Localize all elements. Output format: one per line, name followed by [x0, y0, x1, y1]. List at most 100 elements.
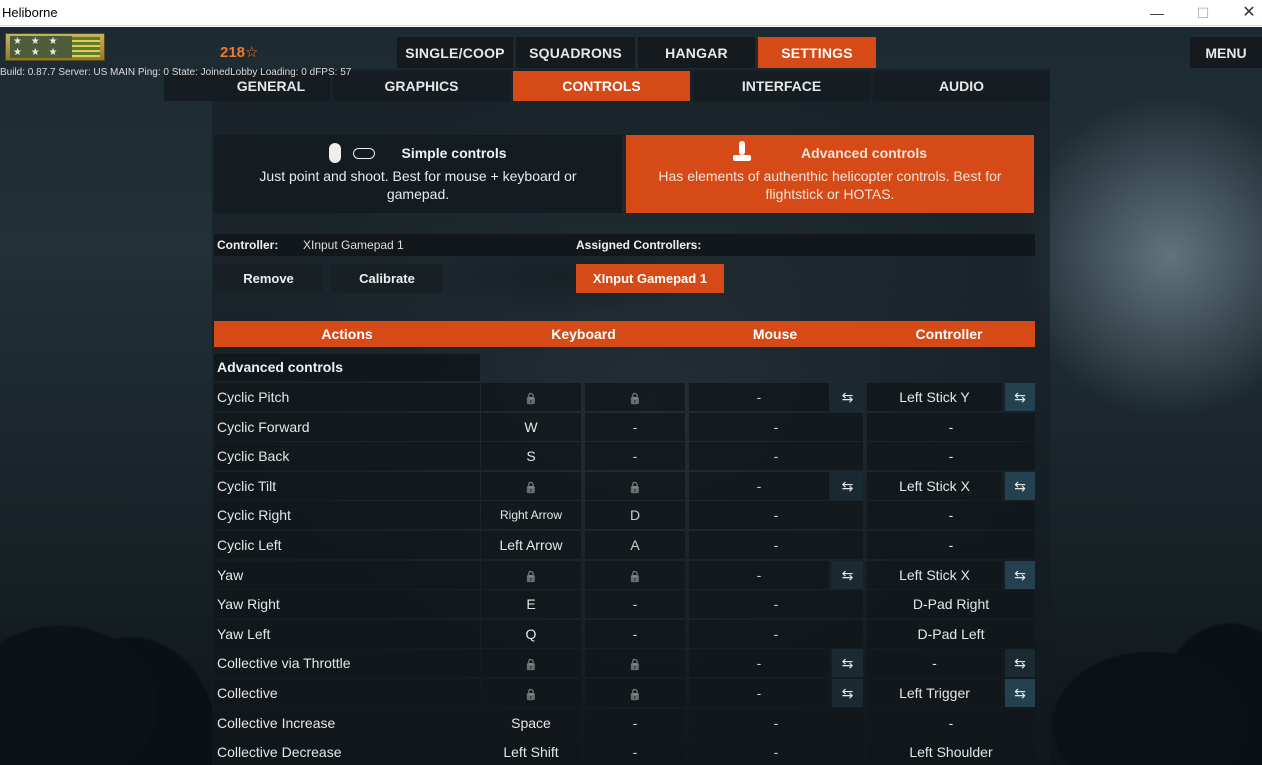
swap-arrows-icon: ⇆ — [1014, 478, 1026, 494]
keyboard-primary-binding[interactable]: 🔒 — [481, 383, 581, 411]
tab-single-coop[interactable]: SINGLE/COOP — [397, 37, 513, 68]
binding-text: Collective Decrease — [217, 744, 342, 760]
keyboard-secondary-binding[interactable]: - — [585, 709, 685, 737]
close-button[interactable]: ✕ — [1226, 0, 1262, 26]
controller-binding[interactable]: Left Shoulder — [867, 738, 1035, 765]
keyboard-primary-binding[interactable]: Space — [481, 709, 581, 737]
keyboard-primary-binding[interactable]: 🔒 — [481, 679, 581, 707]
mouse-binding[interactable]: - — [689, 561, 829, 589]
mouse-binding[interactable]: - — [689, 738, 863, 765]
mouse-binding[interactable]: - — [689, 383, 829, 411]
binding-text: Cyclic Pitch — [217, 389, 290, 405]
action-name: Collective Decrease — [214, 738, 480, 765]
keyboard-secondary-binding[interactable]: - — [585, 590, 685, 618]
binding-text: - — [948, 448, 954, 464]
keyboard-secondary-binding[interactable]: 🔒 — [585, 561, 685, 589]
controller-binding[interactable]: - — [867, 531, 1035, 559]
keyboard-secondary-binding[interactable]: - — [585, 442, 685, 470]
header-actions: Actions — [321, 326, 373, 342]
keyboard-primary-binding[interactable]: Left Shift — [481, 738, 581, 765]
mouse-binding[interactable]: - — [689, 620, 863, 648]
binding-text: - — [756, 389, 762, 405]
keyboard-secondary-binding[interactable]: 🔒 — [585, 383, 685, 411]
controller-binding[interactable]: - — [867, 413, 1035, 441]
binding-text: - — [756, 567, 762, 583]
action-name: Yaw — [214, 561, 480, 589]
mouse-binding[interactable]: - — [689, 442, 863, 470]
controller-binding[interactable]: - — [867, 709, 1035, 737]
controller-binding[interactable]: - — [867, 501, 1035, 529]
tab-controls[interactable]: CONTROLS — [513, 71, 690, 101]
controller-invert-toggle[interactable]: ⇆ — [1005, 561, 1035, 589]
top-nav: SINGLE/COOP SQUADRONS HANGAR SETTINGS — [397, 37, 876, 68]
keyboard-primary-binding[interactable]: S — [481, 442, 581, 470]
keyboard-secondary-binding[interactable]: A — [585, 531, 685, 559]
controller-binding[interactable]: Left Stick Y — [867, 383, 1002, 411]
controller-binding[interactable]: Left Stick X — [867, 561, 1002, 589]
tab-settings[interactable]: SETTINGS — [758, 37, 876, 68]
menu-button[interactable]: MENU — [1190, 37, 1262, 68]
tab-audio[interactable]: AUDIO — [873, 71, 1050, 101]
controller-invert-toggle[interactable]: ⇆ — [1005, 472, 1035, 500]
binding-text: - — [773, 715, 779, 731]
mouse-invert-toggle[interactable]: ⇆ — [832, 679, 863, 707]
keyboard-secondary-binding[interactable]: - — [585, 413, 685, 441]
mouse-invert-toggle[interactable]: ⇆ — [832, 649, 863, 677]
assigned-controller-button[interactable]: XInput Gamepad 1 — [576, 264, 724, 293]
minimize-button[interactable]: — — [1134, 0, 1180, 26]
controller-invert-toggle[interactable]: ⇆ — [1005, 679, 1035, 707]
keyboard-primary-binding[interactable]: W — [481, 413, 581, 441]
controller-binding[interactable]: D-Pad Left — [867, 620, 1035, 648]
tab-interface[interactable]: INTERFACE — [693, 71, 870, 101]
binding-text: Collective Increase — [217, 715, 336, 731]
mouse-invert-toggle[interactable]: ⇆ — [832, 383, 863, 411]
header-controller: Controller — [915, 326, 983, 342]
controller-binding[interactable]: - — [867, 649, 1002, 677]
controller-binding[interactable]: Left Trigger — [867, 679, 1002, 707]
controller-invert-toggle[interactable]: ⇆ — [1005, 383, 1035, 411]
mouse-binding[interactable]: - — [689, 679, 829, 707]
simple-controls-card[interactable]: Simple controls Just point and shoot. Be… — [214, 135, 622, 213]
mouse-binding[interactable]: - — [689, 413, 863, 441]
controller-binding[interactable]: - — [867, 442, 1035, 470]
mouse-binding[interactable]: - — [689, 472, 829, 500]
keyboard-primary-binding[interactable]: 🔒 — [481, 649, 581, 677]
keyboard-primary-binding[interactable]: Left Arrow — [481, 531, 581, 559]
keyboard-secondary-binding[interactable]: 🔒 — [585, 649, 685, 677]
keyboard-primary-binding[interactable]: E — [481, 590, 581, 618]
binding-text: - — [773, 626, 779, 642]
tab-hangar[interactable]: HANGAR — [638, 37, 755, 68]
keyboard-secondary-binding[interactable]: - — [585, 738, 685, 765]
calibrate-button[interactable]: Calibrate — [331, 264, 443, 293]
keyboard-secondary-binding[interactable]: 🔒 — [585, 472, 685, 500]
mouse-binding[interactable]: - — [689, 531, 863, 559]
keyboard-primary-binding[interactable]: 🔒 — [481, 472, 581, 500]
keyboard-primary-binding[interactable]: Right Arrow — [481, 501, 581, 529]
binding-text: Cyclic Left — [217, 537, 282, 553]
mouse-invert-toggle[interactable]: ⇆ — [832, 472, 863, 500]
window-titlebar: Heliborne — ☐ ✕ — [0, 0, 1262, 26]
mouse-invert-toggle[interactable]: ⇆ — [832, 561, 863, 589]
tab-graphics[interactable]: GRAPHICS — [333, 71, 510, 101]
lock-icon: 🔒 — [524, 689, 538, 701]
binding-text: - — [632, 626, 638, 642]
keyboard-primary-binding[interactable]: 🔒 — [481, 561, 581, 589]
mouse-binding[interactable]: - — [689, 709, 863, 737]
keyboard-secondary-binding[interactable]: - — [585, 620, 685, 648]
mouse-binding[interactable]: - — [689, 649, 829, 677]
controller-binding[interactable]: Left Stick X — [867, 472, 1002, 500]
assigned-controllers-label: Assigned Controllers: — [576, 238, 702, 252]
advanced-controls-card[interactable]: Advanced controls Has elements of authen… — [626, 135, 1034, 213]
tab-squadrons[interactable]: SQUADRONS — [516, 37, 635, 68]
remove-button[interactable]: Remove — [214, 264, 323, 293]
keyboard-primary-binding[interactable]: Q — [481, 620, 581, 648]
controller-invert-toggle[interactable]: ⇆ — [1005, 649, 1035, 677]
bindings-table-header: Actions Keyboard Mouse Controller — [214, 321, 1035, 347]
keyboard-secondary-binding[interactable]: 🔒 — [585, 679, 685, 707]
controller-binding[interactable]: D-Pad Right — [867, 590, 1035, 618]
maximize-button[interactable]: ☐ — [1180, 0, 1226, 26]
keyboard-secondary-binding[interactable]: D — [585, 501, 685, 529]
mouse-binding[interactable]: - — [689, 590, 863, 618]
swap-arrows-icon: ⇆ — [1014, 685, 1026, 701]
mouse-binding[interactable]: - — [689, 501, 863, 529]
